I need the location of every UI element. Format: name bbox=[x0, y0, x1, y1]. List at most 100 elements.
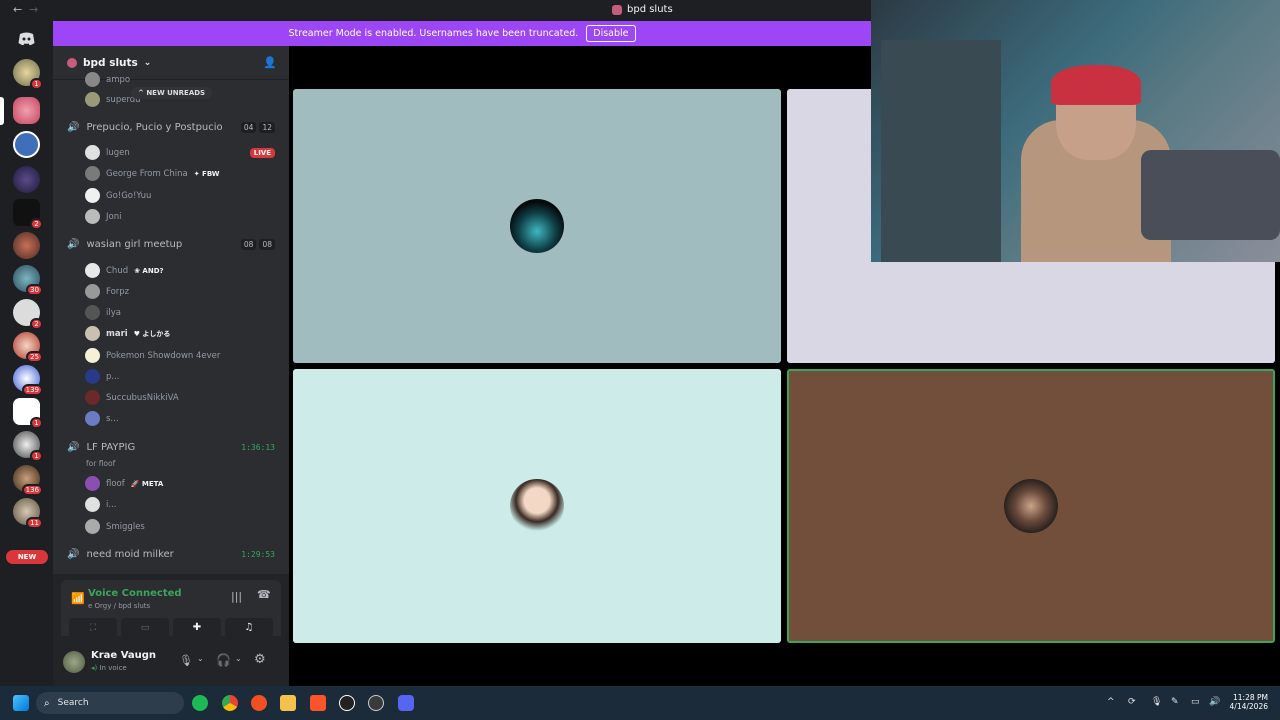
user-name: ilya bbox=[106, 307, 121, 318]
voice-user[interactable]: Go!Go!Yuu bbox=[85, 188, 275, 203]
user-name: Go!Go!Yuu bbox=[106, 190, 152, 201]
server-icon-8[interactable]: 2 bbox=[13, 299, 43, 330]
voice-user[interactable]: Chud ❀ AND? bbox=[85, 263, 275, 278]
channel-timer: 1:36:13 bbox=[241, 443, 275, 452]
clock[interactable]: 11:28 PM 4/14/2026 bbox=[1228, 693, 1268, 711]
count-limit: 12 bbox=[259, 122, 275, 133]
brave-icon[interactable] bbox=[310, 695, 326, 711]
unread-badge: 1 bbox=[30, 78, 43, 90]
pen-icon[interactable]: ✎ bbox=[1171, 697, 1179, 707]
unread-badge: 25 bbox=[26, 351, 43, 363]
channel-timer: 1:29:53 bbox=[241, 550, 275, 559]
video-tile[interactable] bbox=[293, 89, 781, 363]
voice-user[interactable]: s... bbox=[85, 411, 275, 426]
speaker-icon: 🔊 bbox=[67, 239, 80, 250]
live-badge: LIVE bbox=[249, 147, 275, 158]
account-name[interactable]: Krae Vaugn bbox=[91, 650, 156, 661]
voice-user[interactable]: p... bbox=[85, 369, 275, 384]
discord-taskbar-icon[interactable] bbox=[398, 695, 414, 711]
sync-icon[interactable]: ⟳ bbox=[1128, 697, 1136, 707]
voice-channel[interactable]: 🔊 LF PAYPIG 1:36:13 bbox=[67, 442, 275, 453]
server-icon-3[interactable] bbox=[13, 131, 40, 158]
server-icon-9[interactable]: 25 bbox=[13, 332, 43, 363]
gear-icon[interactable]: ⚙ bbox=[254, 652, 266, 667]
webcam-overlay bbox=[871, 0, 1280, 262]
clan-tag-text: FBW bbox=[202, 169, 220, 178]
taskbar-search[interactable]: ⌕ Search bbox=[36, 692, 184, 714]
video-tile-speaking[interactable] bbox=[787, 369, 1275, 643]
disconnect-icon[interactable]: ☎ bbox=[257, 588, 271, 601]
voice-user[interactable]: SuccubusNikkiVA bbox=[85, 390, 275, 405]
voice-user[interactable]: Pokemon Showdown 4ever bbox=[85, 348, 275, 363]
voice-user[interactable]: mari ♥ よしかる bbox=[85, 326, 275, 341]
back-arrow-icon[interactable]: ← bbox=[13, 3, 22, 16]
user-name: Joni bbox=[106, 211, 122, 222]
voice-user[interactable]: George From China ✦ FBW bbox=[85, 166, 275, 181]
channel-user-count: 08 08 bbox=[240, 239, 275, 250]
media-player-icon[interactable] bbox=[339, 695, 355, 711]
server-icon-10[interactable]: 139 bbox=[13, 365, 43, 396]
noise-suppression-icon[interactable]: ||| bbox=[231, 590, 242, 603]
voice-user[interactable]: lugen LIVE bbox=[85, 145, 275, 160]
camera-off-icon[interactable]: ⛶ bbox=[69, 618, 117, 638]
window-title: bpd sluts bbox=[612, 4, 673, 15]
microphone-icon[interactable]: 🎙 bbox=[179, 654, 193, 667]
server-icon-4[interactable] bbox=[13, 166, 40, 193]
chevron-down-icon[interactable]: ⌄ bbox=[197, 654, 204, 663]
soundboard-icon[interactable]: ♫ bbox=[225, 618, 273, 638]
server-icon-1[interactable]: 1 bbox=[13, 59, 43, 90]
mic-tray-icon[interactable]: 🎙 bbox=[1151, 697, 1162, 707]
display-icon[interactable]: ▭ bbox=[1191, 697, 1200, 707]
chevron-down-icon[interactable]: ⌄ bbox=[235, 654, 242, 663]
headphones-icon[interactable]: 🎧 bbox=[216, 653, 231, 667]
clock-time: 11:28 PM bbox=[1233, 693, 1268, 702]
voice-channel-path[interactable]: e Orgy / bpd sluts bbox=[88, 602, 150, 610]
server-icon-7[interactable]: 30 bbox=[13, 265, 43, 296]
server-icon-2[interactable] bbox=[13, 97, 40, 124]
tray-overflow-icon[interactable]: ^ bbox=[1107, 697, 1115, 707]
door bbox=[881, 40, 1001, 262]
volume-icon[interactable]: 🔊 bbox=[1209, 697, 1220, 707]
forward-arrow-icon[interactable]: → bbox=[29, 3, 38, 16]
chrome-icon[interactable] bbox=[222, 695, 238, 711]
server-icon-5[interactable]: 2 bbox=[13, 199, 43, 230]
red-cap bbox=[1051, 65, 1141, 105]
voice-channel[interactable]: 🔊 need moid milker 1:29:53 bbox=[67, 549, 275, 560]
voice-user[interactable]: ampo bbox=[85, 72, 275, 87]
unread-badge: 2 bbox=[30, 218, 43, 230]
invite-people-icon[interactable]: 👤 bbox=[263, 56, 277, 69]
user-avatar bbox=[85, 476, 100, 491]
voice-status[interactable]: Voice Connected bbox=[88, 588, 182, 599]
home-button[interactable] bbox=[13, 25, 40, 52]
user-name: George From China bbox=[106, 168, 188, 179]
new-unreads-pill[interactable]: ^ NEW UNREADS bbox=[131, 87, 213, 99]
server-icon-6[interactable] bbox=[13, 232, 40, 259]
server-icon-14[interactable]: 11 bbox=[13, 498, 43, 529]
voice-user[interactable]: Forpz bbox=[85, 284, 275, 299]
voice-channel[interactable]: 🔊 Prepucio, Pucio y Postpucio 04 12 bbox=[67, 122, 275, 133]
account-avatar[interactable] bbox=[63, 651, 85, 673]
obs-icon[interactable] bbox=[368, 695, 384, 711]
voice-user[interactable]: Joni bbox=[85, 209, 275, 224]
spotify-icon[interactable] bbox=[192, 695, 208, 711]
activities-icon[interactable]: ✚ bbox=[173, 618, 221, 638]
banner-message: Streamer Mode is enabled. Usernames have… bbox=[288, 28, 579, 39]
screen-share-icon[interactable]: ▭ bbox=[121, 618, 169, 638]
server-icon-12[interactable]: 1 bbox=[13, 431, 43, 462]
video-tile[interactable] bbox=[293, 369, 781, 643]
windows-start-icon[interactable] bbox=[13, 695, 29, 711]
unread-badge: 2 bbox=[30, 318, 43, 330]
voice-user[interactable]: floof 🚀 META bbox=[85, 476, 275, 491]
app-icon[interactable] bbox=[251, 695, 267, 711]
file-explorer-icon[interactable] bbox=[280, 695, 296, 711]
voice-user[interactable]: ilya bbox=[85, 305, 275, 320]
server-icon-13[interactable]: 136 bbox=[13, 465, 43, 496]
voice-user[interactable]: i... bbox=[85, 497, 275, 512]
new-servers-pill[interactable]: NEW bbox=[6, 550, 48, 564]
voice-user[interactable]: Smiggles bbox=[85, 519, 275, 534]
disable-streamer-mode-button[interactable]: Disable bbox=[586, 25, 636, 42]
voice-channel[interactable]: 🔊 wasian girl meetup 08 08 bbox=[67, 239, 275, 250]
voice-actions: ⛶ ▭ ✚ ♫ bbox=[69, 618, 273, 638]
user-name: Forpz bbox=[106, 286, 130, 297]
server-icon-11[interactable]: 1 bbox=[13, 398, 43, 429]
